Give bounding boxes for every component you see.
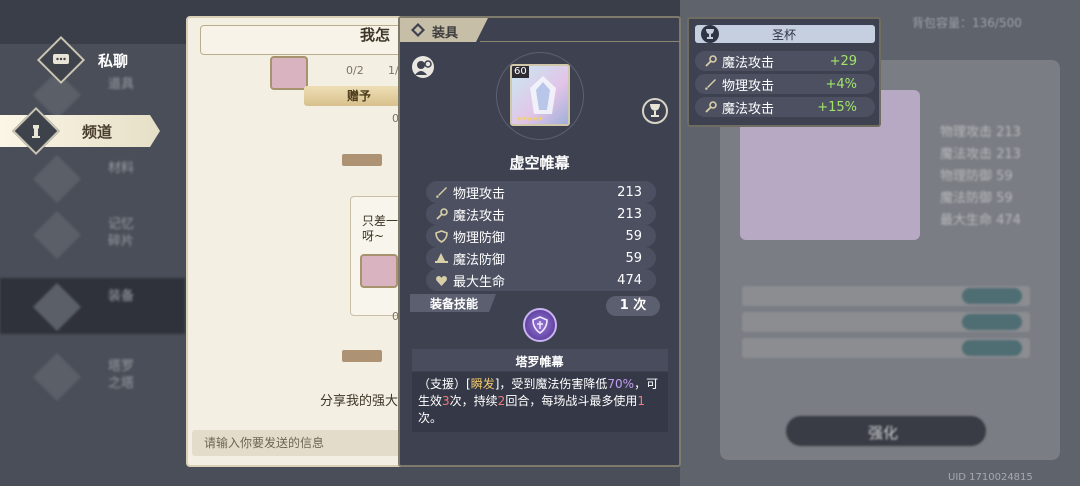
message-text: 只差一呀~: [362, 214, 399, 243]
equipment-detail-panel: 装具 60 ★★★★★ 虚空帷幕 物理攻击 213 魔法攻击 213 物理防御 …: [398, 16, 681, 467]
stat-name: 物理防御: [453, 230, 506, 246]
uid-label: UID 1710024815: [948, 472, 1033, 483]
background-sidebar-item: 装备: [0, 278, 185, 334]
background-stat: 最大生命 474: [940, 213, 1021, 228]
heart-icon: [434, 273, 448, 287]
stat-row: 物理防御 59: [426, 225, 656, 247]
gem-icon: [411, 23, 425, 37]
effect-times: 3: [442, 394, 450, 408]
rarity-stars: ★★★★★: [516, 115, 543, 123]
grail-icon[interactable]: [642, 98, 668, 124]
stat-value: 213: [617, 184, 642, 200]
bonus-value: +15%: [817, 99, 857, 115]
sidebar-item-label: 私聊: [98, 52, 129, 70]
chat-title: 我怎: [360, 26, 391, 44]
background-enhance-label: 强化: [868, 424, 899, 442]
veil-art: [530, 76, 556, 114]
header-divider: [480, 41, 680, 42]
grail-bonus-row: 魔法攻击 +15%: [695, 97, 875, 117]
wand-icon: [703, 54, 717, 68]
instant-keyword: 瞬发: [470, 377, 495, 391]
stat-value: 59: [625, 228, 642, 244]
background-stat: 物理攻击 213: [940, 125, 1021, 140]
bonus-value: +29: [829, 53, 857, 69]
background-stat: 物理防御 59: [940, 169, 1013, 184]
chat-input[interactable]: 请输入你要发送的信息: [192, 430, 404, 456]
share-message: 分享我的强大: [320, 394, 399, 409]
stat-name: 魔法攻击: [453, 208, 506, 224]
stat-value: 474: [617, 272, 642, 288]
equipment-level: 60: [512, 66, 529, 78]
sword-icon: [434, 185, 448, 199]
equipment-name: 虚空帷幕: [509, 154, 570, 172]
chat-panel: 我怎 0/2 1/ 赠予 0 只差一呀~ 0 分享我的强大 请输入你要发送的信息: [186, 16, 406, 467]
stat-value: 59: [625, 250, 642, 266]
bonus-name: 魔法攻击: [722, 55, 775, 71]
stat-name: 物理攻击: [453, 186, 506, 202]
stat-row: 魔法攻击 213: [426, 203, 656, 225]
background-stat: 魔法防御 59: [940, 191, 1013, 206]
grail-bonus-row: 物理攻击 +4%: [695, 74, 875, 94]
gift-item-thumbnail: [270, 56, 308, 90]
background-pill: [962, 288, 1022, 304]
background-sidebar-item: 材料: [0, 150, 185, 206]
stat-name: 最大生命: [453, 274, 506, 290]
background-pill: [962, 314, 1022, 330]
shield-icon: [434, 229, 448, 243]
stat-value: 213: [617, 206, 642, 222]
tower-icon: [11, 106, 61, 156]
skill-count-badge: 1 次: [606, 296, 660, 316]
stat-row: 物理攻击 213: [426, 181, 656, 203]
bonus-name: 物理攻击: [722, 78, 775, 94]
gift-button[interactable]: 赠予: [304, 86, 404, 106]
wand-icon: [434, 207, 448, 221]
stat-row: 魔法防御 59: [426, 247, 656, 269]
compare-icon[interactable]: [412, 56, 434, 78]
stat-list: 物理攻击 213 魔法攻击 213 物理防御 59 魔法防御 59 最大生命 4…: [426, 181, 656, 291]
grail-tooltip: 圣杯 魔法攻击 +29 物理攻击 +4% 魔法攻击 +15%: [687, 17, 881, 127]
bonus-name: 魔法攻击: [722, 101, 775, 117]
background-stat: 魔法攻击 213: [940, 147, 1021, 162]
equipment-header-label: 装具: [432, 26, 459, 41]
sidebar-item-label: 频道: [82, 123, 113, 141]
equipment-card: 60 ★★★★★: [510, 64, 570, 126]
chat-bubble-icon: [36, 35, 86, 85]
sidebar-item-private-chat[interactable]: 私聊: [0, 35, 170, 85]
background-sidebar-item: 塔罗之塔: [0, 348, 185, 404]
gift-progress: 0/2: [346, 64, 364, 77]
bonus-value: +4%: [825, 76, 857, 92]
chest-ornament: [342, 350, 382, 362]
background-pill: [962, 340, 1022, 356]
background-sidebar-item: 记忆碎片: [0, 206, 185, 262]
skill-icon[interactable]: [523, 308, 557, 342]
reduction-percent: 70%: [607, 377, 635, 391]
skill-description: （支援）[瞬发]，受到魔法伤害降低70%，可生效3次，持续2回合，每场战斗最多使…: [418, 377, 659, 425]
skill-header-label: 装备技能: [430, 297, 479, 311]
hat-icon: [434, 251, 448, 265]
grail-bonus-row: 魔法攻击 +29: [695, 51, 875, 71]
sword-icon: [703, 77, 717, 91]
stat-name: 魔法防御: [453, 252, 506, 268]
wand-icon: [703, 100, 717, 114]
sidebar-item-channel[interactable]: 频道: [0, 106, 170, 156]
shared-item-thumbnail[interactable]: [360, 254, 398, 288]
stat-row: 最大生命 474: [426, 269, 656, 291]
grail-title: 圣杯: [771, 28, 796, 42]
skill-name: 塔罗帷幕: [515, 355, 564, 369]
background-count: 背包容量：136/500: [912, 16, 1022, 30]
max-uses: 1: [637, 394, 645, 408]
chest-ornament: [342, 154, 382, 166]
